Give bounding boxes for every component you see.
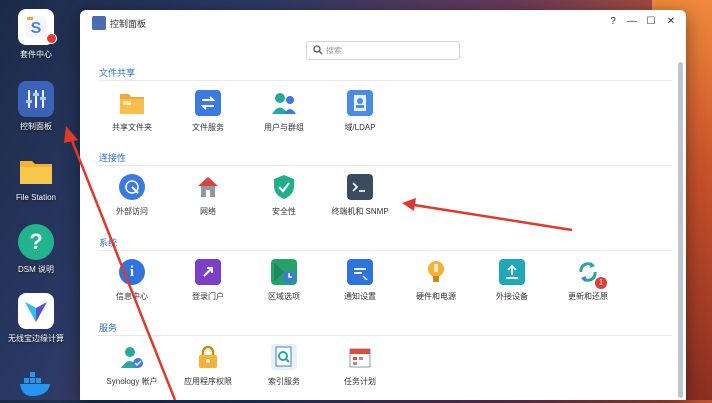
desktop-shortcut-file-station[interactable]: File Station xyxy=(0,153,72,202)
info-center-icon: i xyxy=(119,259,145,285)
desktop-shortcut-label: 控制面板 xyxy=(20,122,52,131)
package-center-icon: S xyxy=(18,9,57,45)
desktop-shortcut-label: File Station xyxy=(15,193,57,202)
help-icon: ? xyxy=(18,224,54,260)
desktop-shortcuts: S 套件中心 控制面板 File Station ? DSM 说明 无线宝边缘计… xyxy=(0,0,72,400)
item-task-scheduler[interactable]: 任务计划 xyxy=(315,344,405,387)
desktop-shortcut-package-center[interactable]: S 套件中心 xyxy=(0,9,72,60)
window-title: 控制面板 xyxy=(110,19,147,29)
divider xyxy=(98,165,672,166)
search-placeholder: 搜索 xyxy=(326,46,342,55)
item-label: 域/LDAP xyxy=(344,123,376,132)
section-title-services: 服务 xyxy=(99,323,118,333)
external-devices-icon xyxy=(499,259,525,285)
external-access-icon xyxy=(119,174,145,200)
item-domain-ldap[interactable]: 域/LDAP xyxy=(315,90,405,133)
close-button[interactable]: ✕ xyxy=(664,15,678,29)
update-restore-icon: 1 xyxy=(575,259,607,289)
desktop-shortcut-label: 无线宝边缘计算 xyxy=(8,334,64,343)
folder-icon xyxy=(18,153,54,189)
scrollbar[interactable] xyxy=(678,62,683,398)
network-icon xyxy=(195,174,221,200)
maximize-button[interactable]: ☐ xyxy=(644,15,658,29)
item-terminal-snmp[interactable]: 终端机和 SNMP xyxy=(315,174,405,217)
divider xyxy=(98,335,672,336)
desktop-shortcut-label: DSM 说明 xyxy=(18,265,54,274)
task-scheduler-icon xyxy=(347,344,373,370)
search-icon xyxy=(313,45,323,55)
section-title-connectivity: 连接性 xyxy=(99,153,127,163)
item-label: 更新和还原 xyxy=(568,292,608,301)
desktop-shortcut-dsm-help[interactable]: ? DSM 说明 xyxy=(0,224,72,275)
control-panel-icon xyxy=(18,81,54,117)
app-privileges-icon xyxy=(195,344,221,370)
hardware-power-icon xyxy=(423,259,449,285)
login-portal-icon xyxy=(195,259,221,285)
desktop-shortcut-label: 套件中心 xyxy=(20,50,52,59)
update-count-badge: 1 xyxy=(595,277,607,289)
item-update-restore[interactable]: 1 更新和还原 xyxy=(543,259,633,302)
indexing-service-icon xyxy=(271,344,297,370)
help-button[interactable]: ? xyxy=(606,15,620,29)
control-panel-icon xyxy=(92,16,106,30)
item-label: 任务计划 xyxy=(344,377,376,386)
notification-badge xyxy=(46,33,57,44)
regional-options-icon xyxy=(271,259,297,285)
security-icon xyxy=(271,174,297,200)
synology-account-icon xyxy=(119,344,145,370)
section-title-file-sharing: 文件共享 xyxy=(99,68,136,78)
domain-ldap-icon xyxy=(347,90,373,116)
item-label: 终端机和 SNMP xyxy=(331,207,389,216)
desktop-shortcut-wireless-edge[interactable]: 无线宝边缘计算 xyxy=(0,293,72,344)
desktop-shortcut-docker[interactable] xyxy=(0,367,72,403)
search-input[interactable]: 搜索 xyxy=(306,41,460,60)
user-group-icon xyxy=(271,90,297,116)
section-title-system: 系统 xyxy=(99,238,118,248)
terminal-snmp-icon xyxy=(347,174,373,200)
notification-icon xyxy=(347,259,373,285)
desktop-shortcut-control-panel[interactable]: 控制面板 xyxy=(0,81,72,132)
shared-folder-icon xyxy=(119,90,145,116)
docker-icon xyxy=(18,367,54,403)
divider xyxy=(98,250,672,251)
svg-text:S: S xyxy=(31,20,42,37)
divider xyxy=(98,80,672,81)
minimize-button[interactable]: — xyxy=(625,15,639,29)
control-panel-window: 控制面板 ? — ☐ ✕ 搜索 文件共享 共享文件夹 文件服务 用户与群组 域/… xyxy=(80,10,686,400)
window-titlebar[interactable]: 控制面板 ? — ☐ ✕ xyxy=(80,10,686,36)
wireless-edge-icon xyxy=(18,293,54,329)
file-services-icon xyxy=(195,90,221,116)
